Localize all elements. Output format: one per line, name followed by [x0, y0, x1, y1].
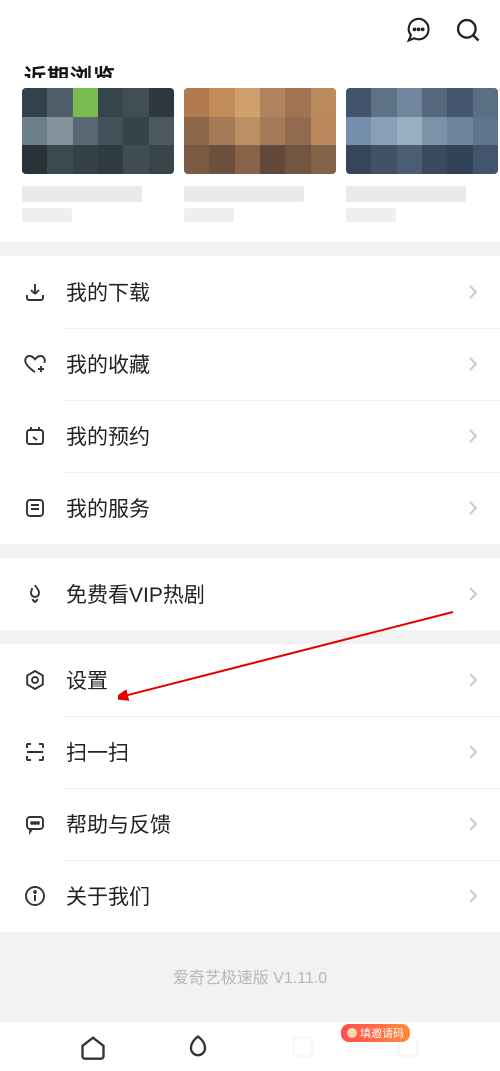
version-text: 爱奇艺极速版 V1.11.0 [0, 932, 500, 988]
menu-row-service[interactable]: 我的服务 [0, 472, 500, 544]
search-icon[interactable] [454, 16, 482, 44]
recent-thumbnails [0, 78, 500, 174]
menu-row-download[interactable]: 我的下载 [0, 256, 500, 328]
chevron-right-icon [468, 586, 478, 602]
menu-label: 我的收藏 [66, 349, 468, 379]
menu-group-vip: 免费看VIP热剧 [0, 558, 500, 630]
info-icon [22, 883, 48, 909]
menu-row-favorite[interactable]: 我的收藏 [0, 328, 500, 400]
menu-group-settings: 设置 扫一扫 帮助与反馈 关于我们 [0, 644, 500, 932]
menu-label: 我的服务 [66, 493, 468, 523]
download-icon [22, 279, 48, 305]
menu-label: 免费看VIP热剧 [66, 579, 468, 609]
video-thumbnail[interactable] [22, 88, 174, 174]
chevron-right-icon [468, 428, 478, 444]
video-caption [346, 180, 498, 224]
video-thumbnail[interactable] [184, 88, 336, 174]
recent-section: 近期浏览 [0, 60, 500, 242]
chat-bubble-icon[interactable] [404, 16, 432, 44]
flame-icon [22, 581, 48, 607]
badge-text: 填邀请码 [360, 1025, 404, 1041]
chevron-right-icon [468, 744, 478, 760]
menu-label: 关于我们 [66, 881, 468, 911]
chevron-right-icon [468, 816, 478, 832]
bottom-nav-bar: 填邀请码 [0, 1021, 500, 1071]
discover-icon[interactable] [184, 1033, 212, 1061]
list-box-icon [22, 495, 48, 521]
placeholder-nav-icon[interactable] [289, 1033, 317, 1061]
heart-add-icon [22, 351, 48, 377]
invite-code-badge[interactable]: 填邀请码 [341, 1024, 410, 1042]
menu-label: 帮助与反馈 [66, 809, 468, 839]
chevron-right-icon [468, 356, 478, 372]
scan-icon [22, 739, 48, 765]
menu-row-scan[interactable]: 扫一扫 [0, 716, 500, 788]
calendar-icon [22, 423, 48, 449]
menu-row-about[interactable]: 关于我们 [0, 860, 500, 932]
menu-label: 我的预约 [66, 421, 468, 451]
gear-hex-icon [22, 667, 48, 693]
chevron-right-icon [468, 500, 478, 516]
help-chat-icon [22, 811, 48, 837]
menu-row-freevip[interactable]: 免费看VIP热剧 [0, 558, 500, 630]
home-icon[interactable] [79, 1033, 107, 1061]
menu-row-reserve[interactable]: 我的预约 [0, 400, 500, 472]
menu-row-help[interactable]: 帮助与反馈 [0, 788, 500, 860]
video-caption [184, 180, 336, 224]
menu-label: 设置 [66, 665, 468, 695]
header-bar [0, 0, 500, 60]
chevron-right-icon [468, 672, 478, 688]
menu-label: 扫一扫 [66, 737, 468, 767]
chevron-right-icon [468, 284, 478, 300]
recent-section-title: 近期浏览 [0, 60, 500, 78]
video-thumbnail[interactable] [346, 88, 498, 174]
menu-row-settings[interactable]: 设置 [0, 644, 500, 716]
video-caption [22, 180, 174, 224]
menu-label: 我的下载 [66, 277, 468, 307]
chevron-right-icon [468, 888, 478, 904]
menu-group-my: 我的下载 我的收藏 我的预约 我的服务 [0, 256, 500, 544]
